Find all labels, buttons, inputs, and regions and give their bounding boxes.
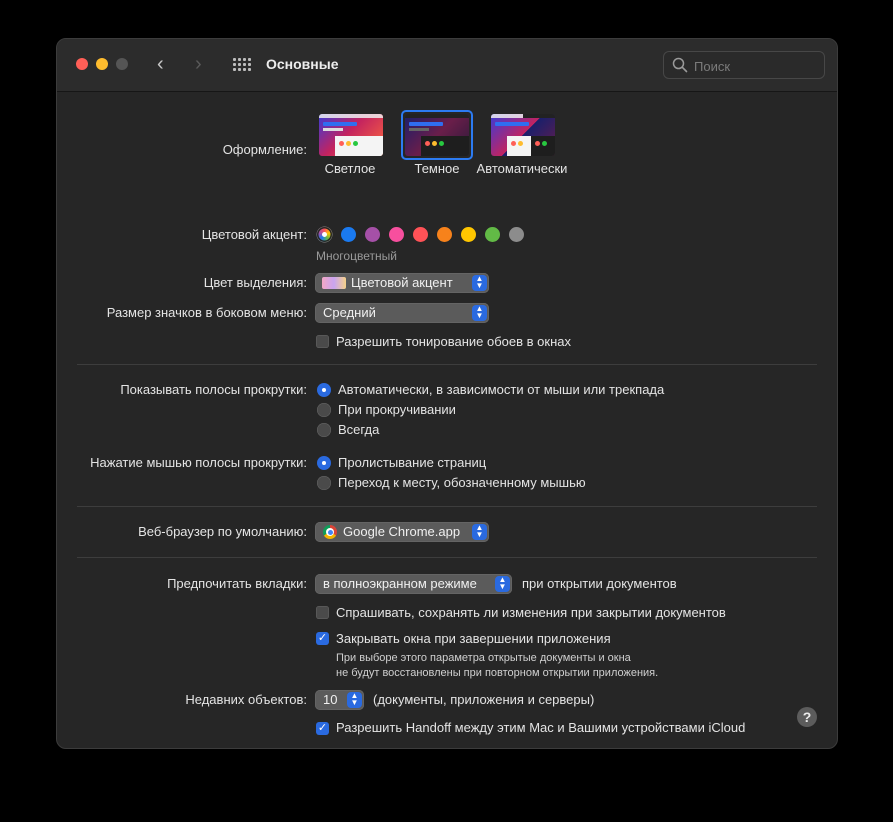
default-browser-label: Веб-браузер по умолчанию: bbox=[138, 524, 307, 539]
accent-color-label: Цветовой акцент: bbox=[201, 227, 307, 242]
ask-keep-changes-checkbox[interactable] bbox=[316, 606, 329, 619]
close-windows-label[interactable]: Закрывать окна при завершении приложения bbox=[336, 631, 611, 646]
show-all-grid-icon[interactable] bbox=[233, 58, 251, 71]
recent-items-suffix: (документы, приложения и серверы) bbox=[373, 692, 595, 707]
click-next-page-radio[interactable] bbox=[317, 456, 331, 470]
accent-green-swatch[interactable] bbox=[485, 227, 500, 242]
separator bbox=[77, 557, 817, 558]
prefer-tabs-popup[interactable]: в полноэкранном режиме ▲ ▼ bbox=[315, 574, 512, 594]
appearance-dark-thumbnail[interactable] bbox=[401, 110, 473, 160]
titlebar: ‹ › Основные bbox=[57, 39, 837, 92]
accent-blue-swatch[interactable] bbox=[341, 227, 356, 242]
recent-items-value: 10 bbox=[323, 692, 338, 707]
accent-red-swatch[interactable] bbox=[413, 227, 428, 242]
default-browser-value: Google Chrome.app bbox=[343, 524, 461, 539]
accent-orange-swatch[interactable] bbox=[437, 227, 452, 242]
popup-arrows-icon: ▲ ▼ bbox=[495, 576, 510, 592]
wallpaper-tinting-checkbox[interactable] bbox=[316, 335, 329, 348]
accent-pink-swatch[interactable] bbox=[389, 227, 404, 242]
prefer-tabs-label: Предпочитать вкладки: bbox=[167, 576, 307, 591]
appearance-label: Оформление: bbox=[222, 142, 307, 157]
sidebar-icon-size-value: Средний bbox=[323, 305, 376, 320]
forward-chevron-icon[interactable]: › bbox=[195, 53, 202, 75]
highlight-color-label: Цвет выделения: bbox=[203, 275, 307, 290]
popup-arrows-icon: ▲ ▼ bbox=[347, 692, 362, 708]
separator bbox=[77, 364, 817, 365]
sidebar-icon-size-popup[interactable]: Средний ▲ ▼ bbox=[315, 303, 489, 323]
handoff-checkbox[interactable]: ✓ bbox=[316, 722, 329, 735]
search-field[interactable] bbox=[663, 51, 825, 79]
highlight-color-value: Цветовой акцент bbox=[351, 275, 453, 290]
ask-keep-changes-label[interactable]: Спрашивать, сохранять ли изменения при з… bbox=[336, 605, 726, 620]
help-button[interactable]: ? bbox=[797, 707, 817, 727]
scrollbars-automatic-radio[interactable] bbox=[317, 383, 331, 397]
recent-items-popup[interactable]: 10 ▲ ▼ bbox=[315, 690, 364, 710]
window-title: Основные bbox=[266, 56, 339, 72]
zoom-window-button[interactable] bbox=[116, 58, 128, 70]
popup-arrows-icon: ▲ ▼ bbox=[472, 305, 487, 321]
handoff-label[interactable]: Разрешить Handoff между этим Mac и Вашим… bbox=[336, 720, 745, 735]
appearance-light-thumbnail[interactable] bbox=[315, 110, 387, 160]
recent-items-label: Недавних объектов: bbox=[185, 692, 307, 707]
click-scrollbar-label: Нажатие мышью полосы прокрутки: bbox=[90, 455, 307, 470]
search-input[interactable] bbox=[692, 56, 820, 76]
close-window-button[interactable] bbox=[76, 58, 88, 70]
scrollbars-automatic-label[interactable]: Автоматически, в зависимости от мыши или… bbox=[338, 382, 664, 397]
sidebar-icon-size-label: Размер значков в боковом меню: bbox=[106, 305, 307, 320]
general-preferences-content: Оформление: Светлое Темное Автоматически… bbox=[57, 92, 837, 748]
scrollbars-always-label[interactable]: Всегда bbox=[338, 422, 379, 437]
popup-arrows-icon: ▲ ▼ bbox=[472, 524, 487, 540]
appearance-light-label[interactable]: Светлое bbox=[300, 161, 400, 176]
close-windows-note-line1: При выборе этого параметра открытые доку… bbox=[336, 652, 631, 664]
back-chevron-icon[interactable]: ‹ bbox=[157, 53, 164, 75]
accent-selected-name: Многоцветный bbox=[316, 249, 397, 263]
show-scrollbars-label: Показывать полосы прокрутки: bbox=[120, 382, 307, 397]
highlight-color-popup[interactable]: Цветовой акцент ▲ ▼ bbox=[315, 273, 489, 293]
accent-graphite-swatch[interactable] bbox=[509, 227, 524, 242]
appearance-auto-label[interactable]: Автоматически bbox=[472, 161, 572, 176]
wallpaper-tinting-label[interactable]: Разрешить тонирование обоев в окнах bbox=[336, 334, 571, 349]
scrollbars-always-radio[interactable] bbox=[317, 423, 331, 437]
default-browser-popup[interactable]: Google Chrome.app ▲ ▼ bbox=[315, 522, 489, 542]
click-jump-spot-label[interactable]: Переход к месту, обозначенному мышью bbox=[338, 475, 586, 490]
chrome-icon bbox=[323, 525, 337, 539]
appearance-auto-thumbnail[interactable] bbox=[487, 110, 559, 160]
scrollbars-when-scrolling-radio[interactable] bbox=[317, 403, 331, 417]
minimize-window-button[interactable] bbox=[96, 58, 108, 70]
search-icon bbox=[672, 57, 688, 73]
prefer-tabs-value: в полноэкранном режиме bbox=[323, 576, 477, 591]
prefer-tabs-suffix: при открытии документов bbox=[522, 576, 677, 591]
accent-purple-swatch[interactable] bbox=[365, 227, 380, 242]
popup-arrows-icon: ▲ ▼ bbox=[472, 275, 487, 291]
accent-yellow-swatch[interactable] bbox=[461, 227, 476, 242]
close-windows-note-line2: не будут восстановлены при повторном отк… bbox=[336, 667, 659, 679]
system-preferences-window: ‹ › Основные Оформление: bbox=[56, 38, 838, 749]
close-windows-checkbox[interactable]: ✓ bbox=[316, 632, 329, 645]
highlight-swatch-icon bbox=[322, 277, 346, 289]
accent-multicolor-swatch[interactable] bbox=[317, 227, 332, 242]
click-next-page-label[interactable]: Пролистывание страниц bbox=[338, 455, 486, 470]
separator bbox=[77, 506, 817, 507]
scrollbars-when-scrolling-label[interactable]: При прокручивании bbox=[338, 402, 456, 417]
click-jump-spot-radio[interactable] bbox=[317, 476, 331, 490]
